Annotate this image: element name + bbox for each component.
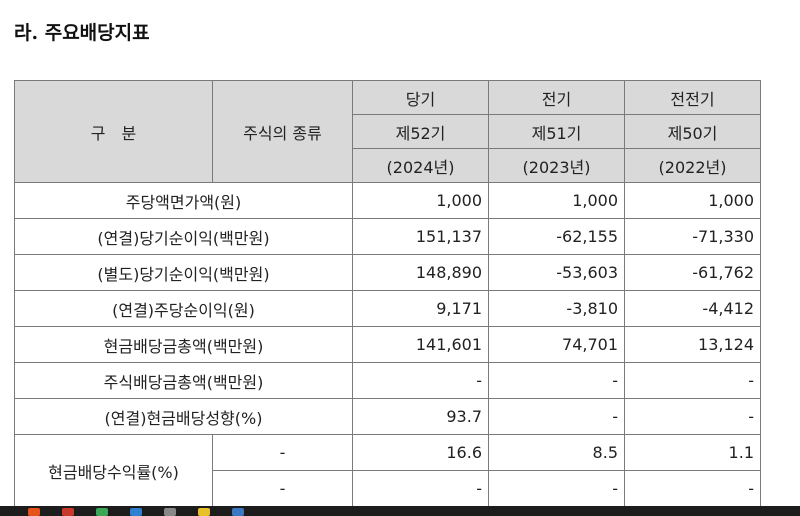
header-period-current: 당기 — [352, 80, 489, 115]
section-title: 라. 주요배당지표 — [14, 22, 150, 44]
row-label-yield: 현금배당수익률(%) — [14, 434, 213, 507]
table-row: 현금배당금총액(백만원) 141,601 74,701 13,124 — [14, 326, 761, 363]
dividend-indicators-table: 구 분 주식의 종류 당기 전기 전전기 제52기 제51기 제50기 (202… — [14, 80, 761, 507]
cell-previous: -53,603 — [488, 254, 625, 291]
header-term-previous: 제51기 — [488, 114, 625, 149]
cell-current: 151,137 — [352, 218, 489, 255]
cell-before-previous: 1,000 — [624, 182, 761, 219]
row-label: 현금배당금총액(백만원) — [14, 326, 353, 363]
cell-previous: - — [488, 398, 625, 435]
table-row: 주식배당금총액(백만원) - - - — [14, 362, 761, 399]
table-row: 주당액면가액(원) 1,000 1,000 1,000 — [14, 182, 761, 219]
cell-current: 9,171 — [352, 290, 489, 327]
table-row: (연결)주당순이익(원) 9,171 -3,810 -4,412 — [14, 290, 761, 327]
cell-current: 16.6 — [352, 434, 489, 471]
app-icon[interactable] — [164, 508, 176, 516]
table-row: (연결)현금배당성향(%) 93.7 - - — [14, 398, 761, 435]
cell-previous: -3,810 — [488, 290, 625, 327]
header-stock-type: 주식의 종류 — [212, 80, 353, 183]
cell-before-previous: -71,330 — [624, 218, 761, 255]
cell-before-previous: 13,124 — [624, 326, 761, 363]
cell-previous: 8.5 — [488, 434, 625, 471]
cell-current: 148,890 — [352, 254, 489, 291]
cell-current: 141,601 — [352, 326, 489, 363]
table-row: (연결)당기순이익(백만원) 151,137 -62,155 -71,330 — [14, 218, 761, 255]
header-year-current: (2024년) — [352, 148, 489, 183]
row-label: (연결)당기순이익(백만원) — [14, 218, 353, 255]
cell-stock-type: - — [212, 470, 353, 507]
row-label: (별도)당기순이익(백만원) — [14, 254, 353, 291]
cell-previous: -62,155 — [488, 218, 625, 255]
row-label: (연결)현금배당성향(%) — [14, 398, 353, 435]
cell-current: - — [352, 470, 489, 507]
cell-before-previous: -4,412 — [624, 290, 761, 327]
browser-icon[interactable] — [28, 508, 40, 516]
cell-previous: 74,701 — [488, 326, 625, 363]
cell-before-previous: - — [624, 362, 761, 399]
app-icon[interactable] — [232, 508, 244, 516]
cell-current: 93.7 — [352, 398, 489, 435]
cell-previous: - — [488, 470, 625, 507]
header-year-previous: (2023년) — [488, 148, 625, 183]
table-row: 현금배당수익률(%) - 16.6 8.5 1.1 — [14, 434, 761, 507]
cell-stock-type: - — [212, 434, 353, 471]
cell-before-previous: 1.1 — [624, 434, 761, 471]
header-period-previous: 전기 — [488, 80, 625, 115]
row-label: 주당액면가액(원) — [14, 182, 353, 219]
header-year-before-previous: (2022년) — [624, 148, 761, 183]
cell-before-previous: - — [624, 470, 761, 507]
folder-icon[interactable] — [198, 508, 210, 516]
row-label: 주식배당금총액(백만원) — [14, 362, 353, 399]
cell-previous: - — [488, 362, 625, 399]
taskbar — [0, 506, 800, 516]
header-period-before-previous: 전전기 — [624, 80, 761, 115]
chrome-icon[interactable] — [96, 508, 108, 516]
header-term-before-previous: 제50기 — [624, 114, 761, 149]
app-icon[interactable] — [62, 508, 74, 516]
cell-current: 1,000 — [352, 182, 489, 219]
cell-before-previous: - — [624, 398, 761, 435]
edge-icon[interactable] — [130, 508, 142, 516]
header-category: 구 분 — [14, 80, 213, 183]
header-term-current: 제52기 — [352, 114, 489, 149]
table-row: (별도)당기순이익(백만원) 148,890 -53,603 -61,762 — [14, 254, 761, 291]
cell-previous: 1,000 — [488, 182, 625, 219]
row-label: (연결)주당순이익(원) — [14, 290, 353, 327]
cell-before-previous: -61,762 — [624, 254, 761, 291]
header-row-1: 구 분 주식의 종류 당기 전기 전전기 — [14, 80, 761, 183]
cell-current: - — [352, 362, 489, 399]
